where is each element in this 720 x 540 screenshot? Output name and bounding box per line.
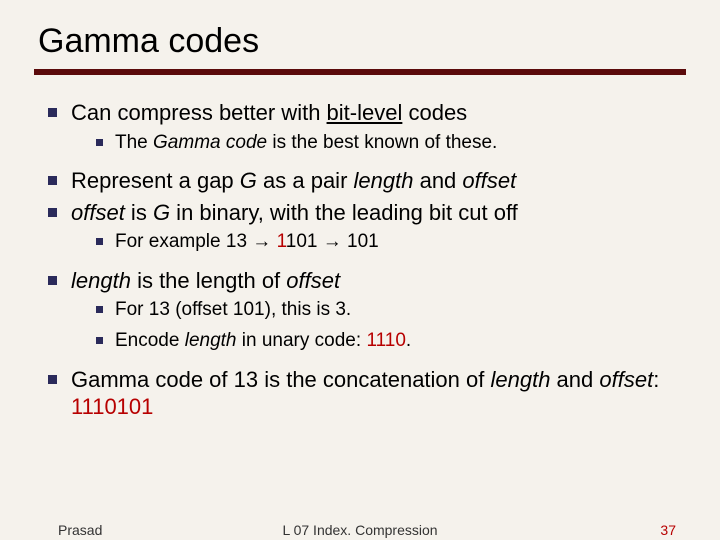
bullet-text: length is the length of offset [71,267,682,295]
t: 1 [277,231,286,252]
bullet-2: Represent a gap G as a pair length and o… [48,167,682,195]
bullet-4-1: For 13 (offset 101), this is 3. [96,298,682,323]
bullet-text: Gamma code of 13 is the concatenation of… [71,366,682,421]
bullet-icon [96,306,103,313]
bullet-5: Gamma code of 13 is the concatenation of… [48,366,682,421]
t: G [153,200,170,225]
bullet-icon [96,238,103,245]
bullet-4-2: Encode length in unary code: 1110. [96,329,682,354]
footer-page: 37 [660,522,676,538]
t: in unary code: [237,330,367,351]
bullet-icon [96,337,103,344]
bullet-icon [96,139,103,146]
t: length [185,330,237,351]
bullet-icon [48,276,57,285]
bullet-text: For 13 (offset 101), this is 3. [115,298,682,323]
bullet-3-1: For example 13 → 1101 → 101 [96,230,682,255]
t: is the best known of these. [267,132,497,153]
bullet-icon [48,108,57,117]
t: and [413,168,462,193]
t: is the length of [131,268,286,293]
t: as a pair [257,168,354,193]
t: offset [462,168,516,193]
t: Encode [115,330,185,351]
title-rule [34,69,686,75]
t: and [550,367,599,392]
footer-title: L 07 Index. Compression [0,522,720,538]
t: Can compress better with [71,100,327,125]
bullet-icon [48,176,57,185]
t: : [653,367,659,392]
t: . [406,330,411,351]
bullet-text: For example 13 → 1101 → 101 [115,230,682,255]
t: Represent a gap [71,168,240,193]
t: G [240,168,257,193]
t: Gamma code of 13 is the concatenation of [71,367,490,392]
t: is [125,200,153,225]
slide-title: Gamma codes [38,22,682,61]
t: 101 → 101 [286,231,379,252]
t: offset [71,200,125,225]
t: codes [402,100,467,125]
bullet-text: Encode length in unary code: 1110. [115,329,682,354]
bullet-3: offset is G in binary, with the leading … [48,199,682,227]
bullet-icon [48,208,57,217]
t: length [354,168,414,193]
t: offset [599,367,653,392]
t: The [115,132,153,153]
bullet-text: Represent a gap G as a pair length and o… [71,167,682,195]
t: length [490,367,550,392]
bullet-text: offset is G in binary, with the leading … [71,199,682,227]
bullet-icon [48,375,57,384]
bullet-1-1: The Gamma code is the best known of thes… [96,131,682,156]
t: 1110101 [71,394,153,419]
bullet-text: Can compress better with bit-level codes [71,99,682,127]
t: offset [286,268,340,293]
bullet-4: length is the length of offset [48,267,682,295]
t: Gamma code [153,132,267,153]
bullet-text: The Gamma code is the best known of thes… [115,131,682,156]
bullet-1: Can compress better with bit-level codes [48,99,682,127]
slide: Gamma codes Can compress better with bit… [0,0,720,540]
t: 1110 [366,330,405,351]
t: length [71,268,131,293]
t: in binary, with the leading bit cut off [170,200,518,225]
t: For example 13 → [115,231,277,252]
t: bit-level [327,100,403,125]
